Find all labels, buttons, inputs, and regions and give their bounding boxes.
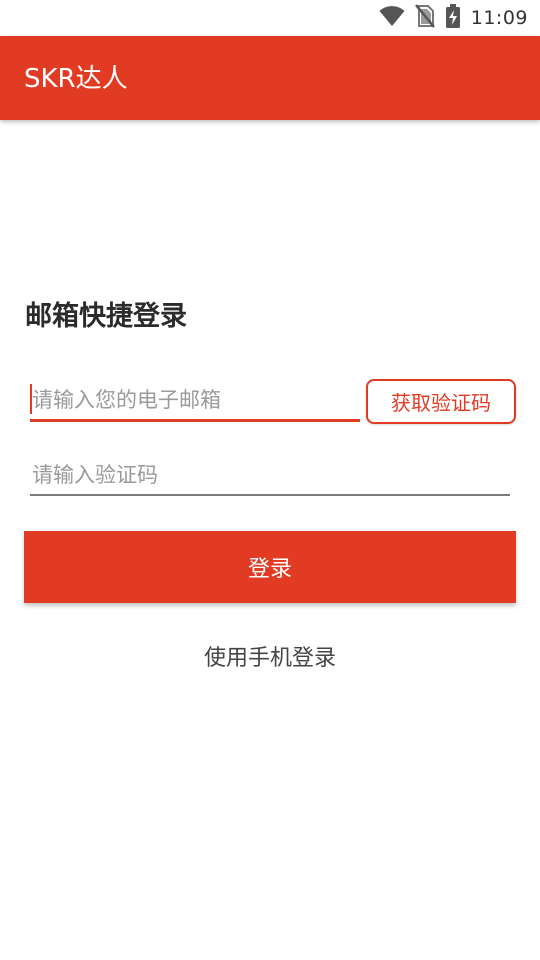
status-time: 11:09: [470, 7, 528, 29]
no-sim-icon: [414, 4, 435, 32]
battery-charging-icon: [445, 4, 461, 32]
email-field[interactable]: [30, 380, 360, 422]
app-bar: SKR达人: [0, 36, 540, 120]
app-title: SKR达人: [24, 64, 128, 94]
status-icons: 11:09: [379, 4, 528, 32]
login-section-title: 邮箱快捷登录: [25, 301, 187, 332]
status-bar: 11:09: [0, 0, 540, 36]
phone-login-link[interactable]: 使用手机登录: [0, 640, 540, 672]
verification-code-field[interactable]: [30, 456, 510, 496]
wifi-icon: [379, 5, 405, 31]
login-button[interactable]: 登录: [24, 531, 516, 603]
get-code-button[interactable]: 获取验证码: [366, 379, 516, 424]
text-cursor: [30, 384, 32, 414]
